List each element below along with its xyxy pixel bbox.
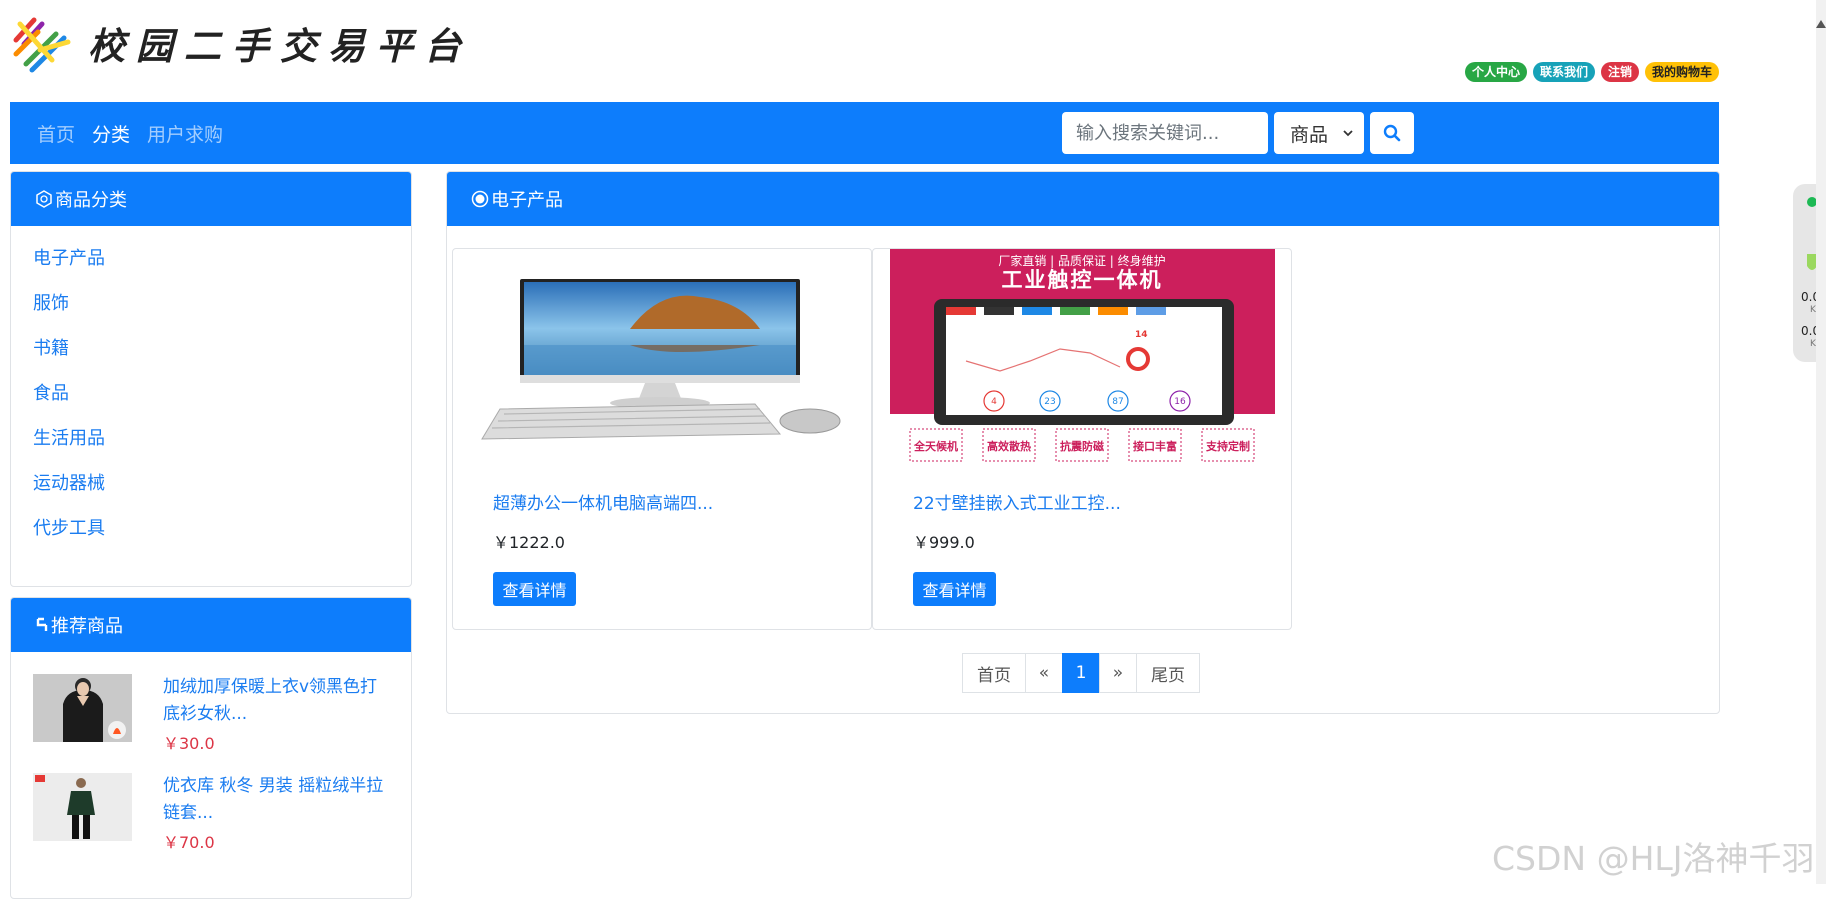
shopping-cart-badge[interactable]: 我的购物车	[1644, 62, 1719, 82]
search-type-value: 商品	[1290, 123, 1329, 146]
product-image-stat: 16	[1174, 397, 1186, 407]
search-button[interactable]	[1370, 112, 1414, 154]
recommended-item-price: ￥30.0	[163, 734, 215, 753]
logo-icon	[13, 17, 71, 73]
recommended-item-title[interactable]: 优衣库 秋冬 男装 摇粒绒半拉链套...	[163, 773, 393, 827]
recommended-item[interactable]: 优衣库 秋冬 男装 摇粒绒半拉链套... ￥70.0	[33, 773, 393, 863]
category-title: 商品分类	[55, 190, 127, 211]
category-link-clothing[interactable]: 服饰	[33, 289, 411, 334]
view-details-button[interactable]: 查看详情	[493, 572, 576, 606]
product-image-all-in-one-pc[interactable]	[470, 249, 855, 465]
product-image-feature: 抗震防磁	[1060, 439, 1104, 453]
category-icon	[35, 190, 53, 208]
product-card: 超薄办公一体机电脑高端四... ￥1222.0 查看详情	[452, 248, 872, 630]
recommend-card: 推荐商品 加绒加厚保暖上衣v领黑色打底衫女秋... ￥30.0 优衣库 秋冬 男…	[10, 597, 412, 899]
main-navbar: 首页 分类 用户求购 商品	[10, 102, 1719, 164]
category-card-header: 商品分类	[11, 172, 411, 226]
products-card-header: 电子产品	[447, 172, 1719, 226]
product-image-headline: 工业触控一体机	[1002, 268, 1163, 292]
page-next[interactable]: »	[1099, 653, 1137, 693]
nav-home[interactable]: 首页	[37, 120, 75, 147]
personal-center-badge[interactable]: 个人中心	[1464, 62, 1527, 82]
vertical-scrollbar[interactable]	[1816, 0, 1826, 884]
product-image-stat: 87	[1112, 397, 1123, 407]
recommended-item-title[interactable]: 加绒加厚保暖上衣v领黑色打底衫女秋...	[163, 674, 393, 728]
product-image-tagline: 厂家直销 | 品质保证 | 终身维护	[998, 253, 1165, 268]
page-prev[interactable]: «	[1025, 653, 1063, 693]
product-image-chart-value: 14	[1135, 330, 1148, 340]
category-link-food[interactable]: 食品	[33, 379, 411, 424]
logout-badge[interactable]: 注销	[1600, 62, 1639, 82]
page-last[interactable]: 尾页	[1136, 653, 1200, 693]
view-details-button[interactable]: 查看详情	[913, 572, 996, 606]
recommend-card-header: 推荐商品	[11, 598, 411, 652]
page-first[interactable]: 首页	[962, 653, 1026, 693]
product-image-stat: 23	[1044, 397, 1055, 407]
pagination: 首页 « 1 » 尾页	[962, 653, 1200, 693]
product-thumbnail-fleece-jacket[interactable]	[33, 773, 132, 841]
chevron-down-icon	[1343, 130, 1353, 137]
nav-category[interactable]: 分类	[92, 120, 130, 147]
category-link-sports[interactable]: 运动器械	[33, 469, 411, 514]
recommended-item-price: ￥70.0	[163, 833, 215, 852]
products-section-title: 电子产品	[491, 190, 563, 211]
site-brand-title: 校园二手交易平台	[88, 24, 472, 68]
page-current[interactable]: 1	[1062, 653, 1100, 693]
category-link-daily-goods[interactable]: 生活用品	[33, 424, 411, 469]
category-card: 商品分类 电子产品 服饰 书籍 食品 生活用品 运动器械 代步工具	[10, 171, 412, 587]
search-type-select[interactable]: 商品	[1274, 112, 1364, 154]
recommend-title: 推荐商品	[51, 616, 123, 637]
category-link-transport[interactable]: 代步工具	[33, 514, 411, 559]
search-bar: 商品	[1062, 112, 1414, 154]
product-image-feature: 支持定制	[1205, 439, 1250, 453]
watermark-text: CSDN @HLJ洛神千羽	[1492, 839, 1815, 878]
contact-us-badge[interactable]: 联系我们	[1532, 62, 1595, 82]
category-list: 电子产品 服饰 书籍 食品 生活用品 运动器械 代步工具	[11, 226, 411, 559]
product-image-feature: 全天候机	[913, 439, 958, 453]
product-price: ￥999.0	[913, 533, 975, 552]
refresh-icon	[35, 616, 49, 634]
product-title[interactable]: 超薄办公一体机电脑高端四...	[493, 489, 713, 514]
category-link-electronics[interactable]: 电子产品	[33, 244, 411, 289]
product-thumbnail-black-top[interactable]	[33, 674, 132, 742]
search-input[interactable]	[1062, 112, 1268, 154]
record-circle-icon	[471, 190, 489, 208]
product-card: 厂家直销 | 品质保证 | 终身维护 工业触控一体机 14 4 23 87 16…	[872, 248, 1292, 630]
product-image-feature: 高效散热	[987, 439, 1031, 453]
category-link-books[interactable]: 书籍	[33, 334, 411, 379]
search-icon	[1383, 124, 1401, 142]
product-image-stat: 4	[991, 397, 997, 407]
recommended-item[interactable]: 加绒加厚保暖上衣v领黑色打底衫女秋... ￥30.0	[33, 674, 393, 764]
product-title[interactable]: 22寸壁挂嵌入式工业工控...	[913, 489, 1121, 514]
scroll-up-icon[interactable]	[1816, 20, 1826, 28]
top-clipped-strip	[0, 0, 320, 3]
user-badges: 个人中心 联系我们 注销 我的购物车	[1464, 62, 1719, 82]
product-image-feature: 接口丰富	[1133, 439, 1177, 453]
nav-user-requests[interactable]: 用户求购	[147, 120, 223, 147]
product-price: ￥1222.0	[493, 533, 565, 552]
product-image-industrial-touch-panel[interactable]: 厂家直销 | 品质保证 | 终身维护 工业触控一体机 14 4 23 87 16…	[890, 249, 1275, 465]
